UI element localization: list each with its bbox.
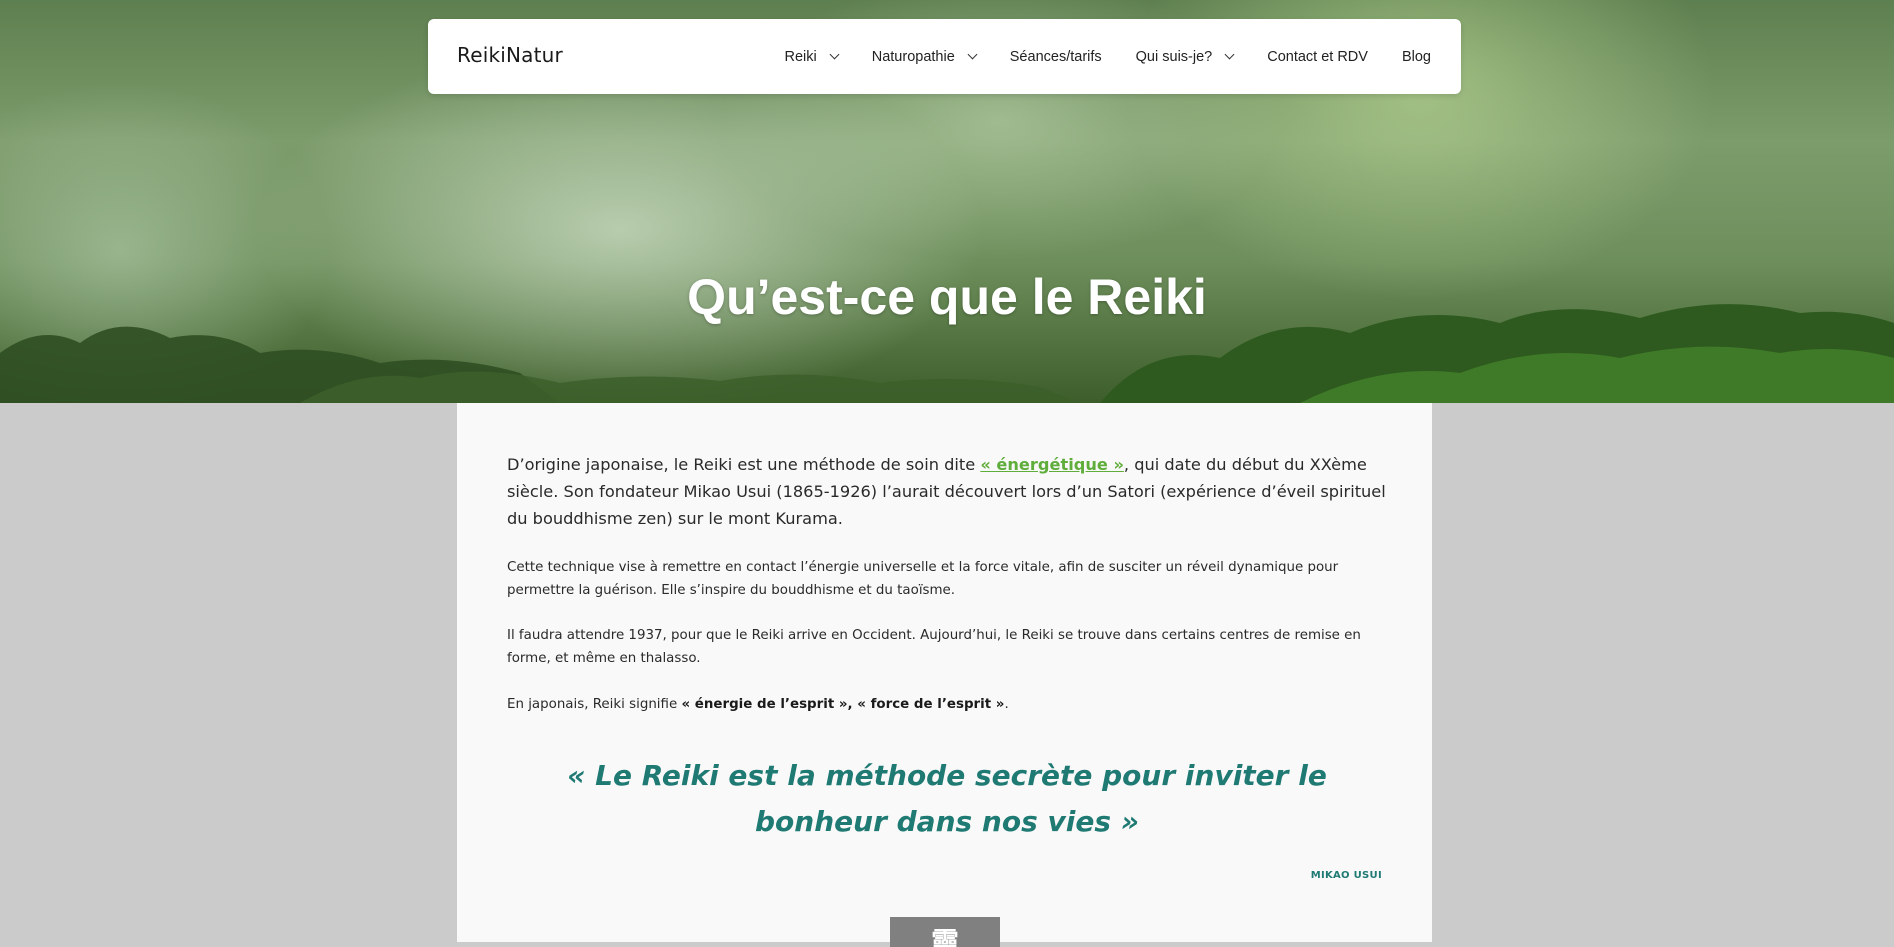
meaning-text-end: .: [1004, 697, 1009, 712]
nav-item-naturopathie[interactable]: Naturopathie: [871, 48, 978, 65]
nav-item-label: Reiki: [784, 48, 817, 65]
chevron-down-icon: [967, 49, 978, 60]
energetique-link[interactable]: « énergétique »: [980, 455, 1124, 474]
nav-item-label: Blog: [1401, 48, 1431, 65]
paragraph-meaning: En japonais, Reiki signifie « énergie de…: [507, 694, 1387, 717]
nav-item-label: Séances/tarifs: [1009, 48, 1102, 65]
nav-item-reiki[interactable]: Reiki: [784, 48, 840, 65]
main-nav: Reiki Naturopathie Séances/tarifs Qui su…: [785, 19, 1432, 94]
nav-item-blog[interactable]: Blog: [1402, 49, 1431, 65]
lead-text-start: D’origine japonaise, le Reiki est une mé…: [507, 455, 981, 474]
meaning-text-start: En japonais, Reiki signifie: [507, 697, 682, 712]
lead-paragraph: D’origine japonaise, le Reiki est une mé…: [507, 451, 1387, 532]
chevron-down-icon: [1224, 49, 1235, 60]
nav-item-label: Qui suis-je?: [1135, 48, 1213, 65]
page-title: Qu’est-ce que le Reiki: [687, 269, 1207, 325]
reiki-kanji-image: 靈: [890, 917, 1000, 947]
nav-item-label: Contact et RDV: [1267, 48, 1368, 65]
article-content: D’origine japonaise, le Reiki est une mé…: [457, 403, 1432, 947]
top-navbar: ReikiNatur Reiki Naturopathie Séances/ta…: [428, 19, 1461, 94]
paragraph-occident: Il faudra attendre 1937, pour que le Rei…: [507, 628, 1361, 666]
nav-item-seances-tarifs[interactable]: Séances/tarifs: [1010, 49, 1102, 65]
nav-item-label: Naturopathie: [871, 48, 955, 65]
nav-item-contact-rdv[interactable]: Contact et RDV: [1267, 49, 1368, 65]
pull-quote: « Le Reiki est la méthode secrète pour i…: [567, 759, 1327, 838]
nav-item-qui-suis-je[interactable]: Qui suis-je?: [1135, 48, 1235, 65]
kanji-glyph: 靈: [930, 926, 959, 947]
site-logo[interactable]: ReikiNatur: [457, 43, 563, 67]
quote-author: MIKAO USUI: [1310, 870, 1382, 881]
hero-banner: ReikiNatur Reiki Naturopathie Séances/ta…: [0, 0, 1894, 403]
meaning-highlight: « énergie de l’esprit », « force de l’es…: [681, 697, 1005, 712]
chevron-down-icon: [829, 49, 840, 60]
paragraph-technique: Cette technique vise à remettre en conta…: [507, 560, 1339, 598]
